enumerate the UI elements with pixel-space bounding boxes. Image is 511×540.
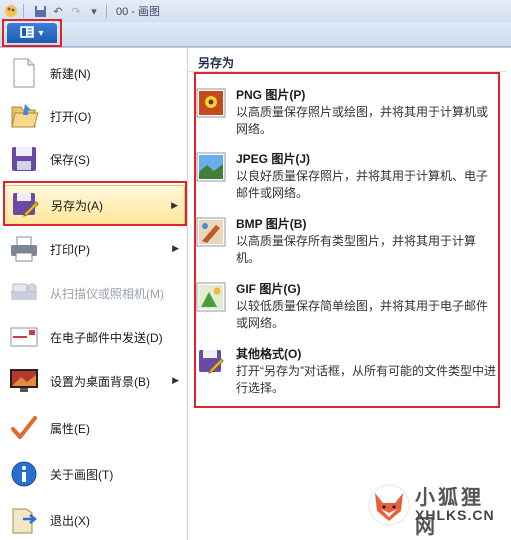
toolbar-separator bbox=[23, 4, 24, 18]
menu-left-column: 新建(N) 打开(O) 保存(S) 另存为(A) ▶ 打印(P) ▶ 从扫描仪或… bbox=[0, 48, 188, 540]
undo-icon[interactable]: ↶ bbox=[51, 4, 65, 18]
info-icon bbox=[8, 458, 40, 490]
save-icon[interactable] bbox=[33, 4, 47, 18]
desktop-background-icon bbox=[8, 365, 40, 397]
menu-item-save[interactable]: 保存(S) bbox=[4, 139, 185, 179]
menu-item-label: 打开(O) bbox=[50, 109, 92, 124]
menu-item-about[interactable]: 关于画图(T) bbox=[4, 454, 185, 494]
ribbon-tab-row: ▾ bbox=[0, 22, 511, 47]
menu-item-new[interactable]: 新建(N) bbox=[4, 53, 185, 93]
scanner-icon bbox=[8, 277, 40, 309]
toolbar-separator bbox=[106, 4, 107, 18]
watermark: 小狐狸网 XHLKS.CN bbox=[367, 481, 503, 538]
fox-logo-icon bbox=[367, 483, 411, 527]
menu-item-label: 新建(N) bbox=[50, 66, 91, 81]
menu-item-print[interactable]: 打印(P) ▶ bbox=[4, 229, 185, 269]
paint-app-icon[interactable] bbox=[4, 4, 18, 18]
window-title: 00 - 画图 bbox=[116, 6, 161, 18]
menu-item-label: 保存(S) bbox=[50, 152, 90, 167]
menu-item-label: 属性(E) bbox=[50, 421, 90, 436]
dropdown-icon[interactable]: ▾ bbox=[87, 4, 101, 18]
menu-item-properties[interactable]: 属性(E) bbox=[4, 408, 185, 448]
menu-item-email[interactable]: 在电子邮件中发送(D) bbox=[4, 317, 185, 357]
printer-icon bbox=[8, 233, 40, 265]
exit-icon bbox=[8, 504, 40, 536]
menu-item-label: 从扫描仪或照相机(M) bbox=[50, 286, 164, 301]
title-bar: ↶ ↷ ▾ 00 - 画图 bbox=[0, 0, 511, 23]
menu-item-label: 关于画图(T) bbox=[50, 467, 114, 482]
submenu-arrow-icon: ▶ bbox=[172, 375, 179, 385]
menu-item-label: 在电子邮件中发送(D) bbox=[50, 330, 163, 345]
menu-item-desktop-background[interactable]: 设置为桌面背景(B) ▶ bbox=[4, 361, 185, 401]
highlight-box-format-panel bbox=[194, 72, 500, 408]
open-folder-icon bbox=[8, 100, 40, 132]
menu-item-scanner: 从扫描仪或照相机(M) bbox=[4, 273, 185, 313]
submenu-arrow-icon: ▶ bbox=[172, 243, 179, 253]
watermark-domain: XHLKS.CN bbox=[415, 507, 495, 523]
menu-item-exit[interactable]: 退出(X) bbox=[4, 500, 185, 540]
submenu-heading: 另存为 bbox=[188, 54, 506, 72]
new-file-icon bbox=[8, 57, 40, 89]
menu-item-open[interactable]: 打开(O) bbox=[4, 96, 185, 136]
menu-item-label: 设置为桌面背景(B) bbox=[50, 374, 150, 389]
highlight-box-save-as bbox=[3, 181, 187, 226]
email-icon bbox=[8, 321, 40, 353]
highlight-box-app-button bbox=[2, 19, 62, 47]
checkmark-icon bbox=[8, 412, 40, 444]
redo-icon[interactable]: ↷ bbox=[69, 4, 83, 18]
floppy-disk-icon bbox=[8, 143, 40, 175]
menu-item-label: 打印(P) bbox=[50, 242, 90, 257]
menu-item-label: 退出(X) bbox=[50, 513, 90, 528]
